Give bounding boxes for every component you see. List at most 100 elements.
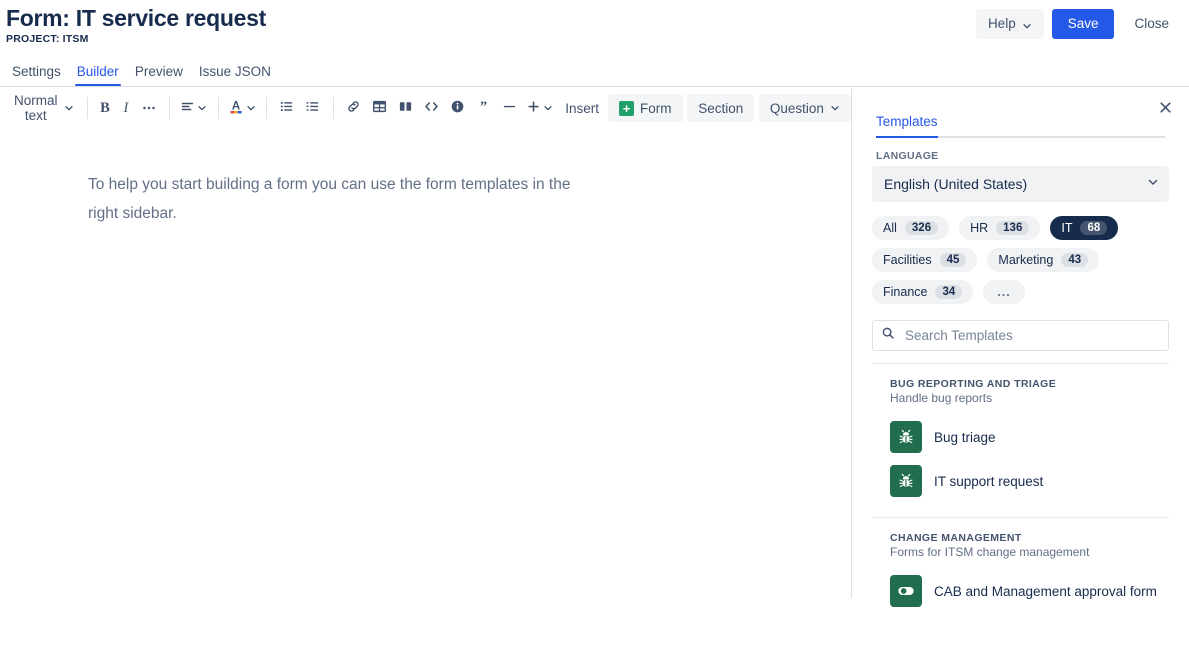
help-button[interactable]: Help <box>975 9 1044 39</box>
table-button[interactable] <box>366 94 392 122</box>
table-icon <box>372 99 387 117</box>
chip-count: 43 <box>1061 253 1089 267</box>
chip-count: 136 <box>996 221 1030 235</box>
code-icon <box>424 99 439 117</box>
close-button[interactable]: Close <box>1122 9 1181 39</box>
numbered-list-button[interactable] <box>300 94 326 122</box>
chevron-down-icon <box>246 101 256 116</box>
text-color-dropdown[interactable]: A <box>225 94 259 122</box>
toolbar-divider <box>168 97 170 119</box>
more-formatting-button[interactable] <box>136 94 162 122</box>
text-align-dropdown[interactable] <box>177 94 211 122</box>
chip-finance[interactable]: Finance 34 <box>872 280 974 304</box>
chip-facilities[interactable]: Facilities 45 <box>872 248 978 272</box>
template-group-subtitle: Handle bug reports <box>890 391 993 405</box>
title-block: Form: IT service request PROJECT: ITSM <box>6 4 266 45</box>
template-group-change-management: CHANGE MANAGEMENT Forms for ITSM change … <box>852 518 1189 613</box>
page-title: Form: IT service request <box>6 5 266 31</box>
bug-icon <box>890 421 922 453</box>
insert-question-button[interactable]: Question <box>758 94 851 122</box>
category-filter-chips: All 326 HR 136 IT 68 Facilities 45 Marke… <box>872 216 1169 304</box>
insert-label: Insert <box>565 100 600 116</box>
link-icon <box>346 99 361 117</box>
search-icon <box>881 326 895 345</box>
toggle-icon <box>890 575 922 607</box>
text-style-label: Normal text <box>14 93 58 123</box>
template-group-bug-reporting: BUG REPORTING AND TRIAGE Handle bug repo… <box>852 364 1189 503</box>
insert-form-label: Form <box>640 100 672 116</box>
align-left-icon <box>180 99 195 117</box>
form-editor-canvas[interactable]: To help you start building a form you ca… <box>0 130 851 662</box>
close-icon[interactable] <box>1151 93 1179 121</box>
tab-preview[interactable]: Preview <box>127 64 191 86</box>
template-item-label: CAB and Management approval form <box>934 583 1157 599</box>
language-select-value: English (United States) <box>884 176 1028 192</box>
code-button[interactable] <box>418 94 444 122</box>
template-item-bug-triage[interactable]: Bug triage <box>872 415 1169 459</box>
bullet-list-button[interactable] <box>274 94 300 122</box>
template-item-it-support-request[interactable]: IT support request <box>872 459 1169 503</box>
info-panel-button[interactable] <box>444 94 470 122</box>
search-input[interactable] <box>903 327 1160 344</box>
chip-more[interactable]: ... <box>983 280 1025 304</box>
info-panel-icon <box>450 99 465 117</box>
chip-label: Facilities <box>883 253 932 267</box>
divider-button[interactable] <box>496 94 522 122</box>
template-group-subtitle: Forms for ITSM change management <box>890 545 1090 559</box>
project-breadcrumb: PROJECT: ITSM <box>6 33 89 45</box>
chip-label: HR <box>970 221 989 235</box>
chip-marketing[interactable]: Marketing 43 <box>987 248 1100 272</box>
horizontal-rule-icon <box>502 99 517 117</box>
chip-count: 326 <box>904 221 939 235</box>
insert-section-button[interactable]: Section <box>687 94 755 122</box>
chip-label: All <box>883 221 897 235</box>
insert-question-label: Question <box>769 100 824 116</box>
help-button-label: Help <box>987 16 1016 31</box>
toolbar-divider <box>332 97 334 119</box>
header-actions: Help Save Close <box>975 9 1181 39</box>
link-button[interactable] <box>340 94 366 122</box>
page-header: Form: IT service request PROJECT: ITSM H… <box>0 0 1189 58</box>
template-item-label: IT support request <box>934 473 1044 489</box>
chevron-down-icon <box>1022 19 1032 29</box>
chip-it[interactable]: IT 68 <box>1050 216 1119 240</box>
quote-icon: ” <box>476 99 491 117</box>
more-formatting-icon <box>141 99 157 118</box>
quote-button[interactable]: ” <box>470 94 496 122</box>
add-form-plus-icon: + <box>619 100 635 116</box>
save-button[interactable]: Save <box>1051 9 1115 39</box>
editor-paragraph: To help you start building a form you ca… <box>88 176 571 222</box>
plus-icon <box>526 99 541 117</box>
bold-icon: B <box>100 99 110 116</box>
svg-text:A: A <box>232 101 240 113</box>
chip-label: Marketing <box>998 253 1054 267</box>
italic-button[interactable]: I <box>116 94 136 122</box>
insert-form-button[interactable]: + Form <box>608 94 683 122</box>
chip-all[interactable]: All 326 <box>872 216 950 240</box>
chip-label: Finance <box>883 285 928 299</box>
tab-builder[interactable]: Builder <box>69 64 127 86</box>
svg-text:”: ” <box>480 99 487 114</box>
search-templates-field[interactable] <box>872 320 1169 351</box>
tab-settings[interactable]: Settings <box>4 64 69 86</box>
layout-button[interactable] <box>392 94 418 122</box>
chevron-down-icon <box>1147 175 1159 193</box>
tab-issue-json[interactable]: Issue JSON <box>191 64 279 86</box>
main-tabbar: Settings Builder Preview Issue JSON <box>0 58 1189 87</box>
chip-count: 68 <box>1080 221 1108 235</box>
insert-more-dropdown[interactable] <box>522 94 556 122</box>
toolbar-divider <box>86 97 88 119</box>
bold-button[interactable]: B <box>94 94 116 122</box>
template-group-title: CHANGE MANAGEMENT <box>890 532 1022 544</box>
sidebar-tab-templates[interactable]: Templates <box>876 114 938 138</box>
sidebar-tabbar: Templates <box>876 114 1165 138</box>
toolbar-divider <box>266 97 267 119</box>
chevron-down-icon <box>197 101 207 116</box>
text-style-dropdown[interactable]: Normal text <box>6 93 80 123</box>
chevron-down-icon <box>830 101 840 116</box>
chip-count: 45 <box>939 253 967 267</box>
template-item-cab-approval-form[interactable]: CAB and Management approval form <box>872 569 1169 613</box>
bug-icon <box>890 465 922 497</box>
language-select[interactable]: English (United States) <box>872 166 1169 202</box>
chip-hr[interactable]: HR 136 <box>959 216 1041 240</box>
